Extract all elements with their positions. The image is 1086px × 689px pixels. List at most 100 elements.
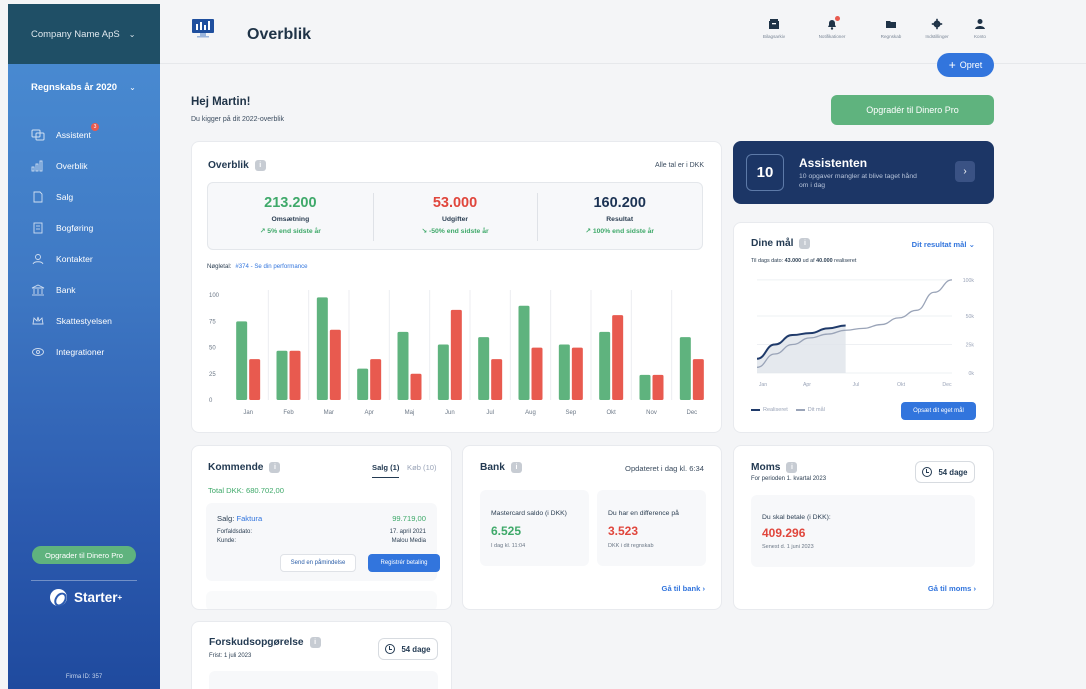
- sidebar-item-label: Salg: [56, 191, 74, 202]
- bank-icon: [31, 283, 45, 296]
- kpi-panel: 213.200 Omsætning ↗ 5% end sidste år 53.…: [207, 182, 703, 250]
- bar-jul-expense: [491, 359, 503, 400]
- saldo-label: Mastercard saldo (i DKK): [491, 510, 567, 517]
- preliminary-tax-box: [209, 671, 438, 689]
- x-tick-label: Sep: [565, 410, 576, 416]
- bank-card: Bank i Opdateret i dag kl. 6:34 Mastercar…: [462, 445, 722, 610]
- bar-sep-expense: [571, 347, 583, 400]
- bar-jan-income: [236, 321, 248, 400]
- go-to-vat-link[interactable]: Gå til moms ›: [928, 584, 976, 593]
- invoice-link[interactable]: Faktura: [236, 514, 262, 523]
- x-tick-label: Aug: [525, 410, 536, 416]
- sidebar-item-overblik[interactable]: Overblik: [8, 150, 160, 181]
- header-item-label: Indstillinger: [925, 34, 949, 39]
- header-konto[interactable]: Konto: [960, 18, 1000, 39]
- due-label: Forfaldsdato:: [217, 529, 253, 535]
- header-bilagsarkiv[interactable]: Bilagsarkiv: [754, 18, 794, 39]
- kpi-resultat: 160.200 Resultat ↗ 100% end sidste år: [537, 183, 702, 249]
- y-tick-label: 0k: [969, 371, 975, 377]
- bar-maj-expense: [410, 373, 422, 400]
- sidebar-item-skattestyrelsen[interactable]: Skattestyelsen: [8, 305, 160, 336]
- bar-nov-income: [639, 374, 651, 400]
- fiscal-year-selector[interactable]: Regnskabs år 2020 ⌄: [8, 64, 160, 93]
- info-icon[interactable]: i: [269, 462, 281, 473]
- upgrade-pro-button[interactable]: Opgradér til Dinero Pro: [831, 95, 994, 125]
- y-tick-label: 25: [209, 372, 216, 378]
- kpi-label: Omsætning: [271, 216, 310, 223]
- x-tick-label: Apr: [803, 382, 811, 388]
- create-button[interactable]: + Opret: [937, 53, 994, 77]
- realized-area: [757, 325, 846, 373]
- sidebar-item-bogforing[interactable]: Bogføring: [8, 212, 160, 243]
- info-icon[interactable]: i: [799, 238, 811, 249]
- header-regnskab[interactable]: Regnskab: [871, 18, 911, 39]
- customer-label: Kunde:: [217, 538, 237, 544]
- kpi-change: ↗ 5% end sidste år: [259, 228, 321, 235]
- bank-saldo-box: Mastercard saldo (i DKK) 6.525 I dag kl.…: [480, 490, 589, 566]
- info-icon[interactable]: i: [786, 462, 798, 473]
- goal-line-chart: 0k 25k 50k 100k Jan Apr Jul Okt Dec: [756, 278, 975, 388]
- sidebar-item-salg[interactable]: Salg: [8, 181, 160, 212]
- set-goal-button[interactable]: Opsæt dit eget mål: [901, 402, 976, 420]
- sidebar-item-bank[interactable]: Bank: [8, 274, 160, 305]
- notification-badge: 3: [91, 123, 99, 131]
- bar-apr-income: [357, 368, 369, 400]
- header-item-label: Notifikationer: [818, 34, 846, 39]
- chevron-down-icon: ⌄: [128, 29, 136, 39]
- vat-title-text: Moms: [751, 462, 781, 473]
- saldo-sub: I dag kl. 11:04: [491, 543, 526, 549]
- create-label: Opret: [959, 60, 983, 70]
- nogletal-row: Nøgletal: #374 - Se din performance: [207, 263, 308, 270]
- greeting-title: Hej Martin!: [191, 96, 251, 108]
- info-icon[interactable]: i: [309, 637, 321, 648]
- gear-icon: [931, 18, 943, 30]
- kpi-udgifter: 53.000 Udgifter ↘ -50% end sidste år: [372, 183, 538, 249]
- kpi-value: 160.200: [593, 195, 646, 211]
- y-tick-label: 100k: [963, 278, 975, 284]
- upcoming-item: Salg: Faktura 99.719,00 Forfaldsdato: 17…: [206, 503, 440, 581]
- legend-swatch-realized: [751, 409, 760, 411]
- bar-okt-income: [599, 331, 611, 400]
- sidebar-item-assistent[interactable]: Assistent 3: [8, 119, 160, 150]
- info-icon[interactable]: i: [254, 160, 266, 171]
- legend-realized: Realiseret: [763, 407, 788, 413]
- chevron-right-icon[interactable]: ›: [955, 161, 975, 182]
- x-tick-label: Feb: [283, 410, 294, 416]
- x-tick-label: Jul: [486, 410, 494, 416]
- preliminary-tax-title: Forskudsopgørelse i: [209, 637, 321, 648]
- goals-title-text: Dine mål: [751, 238, 794, 249]
- overview-title: Overblik i: [208, 160, 266, 171]
- bar-feb-expense: [289, 350, 301, 400]
- preliminary-tax-deadline: Frist: 1 juli 2023: [209, 653, 252, 659]
- x-tick-label: Jul: [853, 382, 860, 388]
- company-name: Company Name ApS: [31, 28, 120, 40]
- kpi-value: 213.200: [264, 195, 317, 211]
- header-notifikationer[interactable]: Notifikationer: [812, 16, 852, 39]
- info-icon[interactable]: i: [510, 462, 522, 473]
- goals-card: Dine mål i Dit resultat mål ⌄ Til dags da…: [733, 222, 994, 433]
- goals-title: Dine mål i: [751, 238, 811, 249]
- upgrade-pro-sidebar-button[interactable]: Opgrader til Dinero Pro: [32, 546, 136, 564]
- sidebar-item-kontakter[interactable]: Kontakter: [8, 243, 160, 274]
- register-payment-button[interactable]: Registrér betaling: [368, 554, 440, 572]
- header-indstillinger[interactable]: Indstillinger: [917, 18, 957, 39]
- bank-title-text: Bank: [480, 462, 505, 473]
- company-selector[interactable]: Company Name ApS ⌄: [8, 4, 160, 64]
- diff-value: 3.523: [608, 524, 639, 538]
- go-to-bank-link[interactable]: Gå til bank ›: [662, 584, 705, 593]
- sidebar-item-label: Overblik: [56, 160, 88, 171]
- vat-days-badge: 54 dage: [915, 461, 975, 483]
- assistant-card[interactable]: 10 Assistenten 10 opgaver mangler at bli…: [733, 141, 994, 204]
- vat-card: Moms i For perioden 1. kvartal 2023 54 da…: [733, 445, 994, 610]
- sidebar: Company Name ApS ⌄ Regnskabs år 2020 ⌄ A…: [8, 4, 160, 689]
- monthly-bar-chart: 0 25 50 75 100 Jan Feb Mar Apr Maj Jun Jul Aug Sep Okt…: [209, 290, 704, 416]
- tab-purchases[interactable]: Køb (10): [407, 463, 437, 472]
- nogletal-link[interactable]: #374 - Se din performance: [235, 263, 307, 270]
- goal-dropdown[interactable]: Dit resultat mål ⌄: [912, 240, 975, 249]
- nogletal-label: Nøgletal:: [207, 263, 232, 270]
- send-reminder-button[interactable]: Send en påmindelse: [280, 554, 356, 572]
- diff-label: Du har en difference på: [608, 510, 679, 517]
- sidebar-item-integrationer[interactable]: Integrationer: [8, 336, 160, 367]
- tab-sales[interactable]: Salg (1): [372, 463, 400, 478]
- x-tick-label: Apr: [364, 410, 373, 416]
